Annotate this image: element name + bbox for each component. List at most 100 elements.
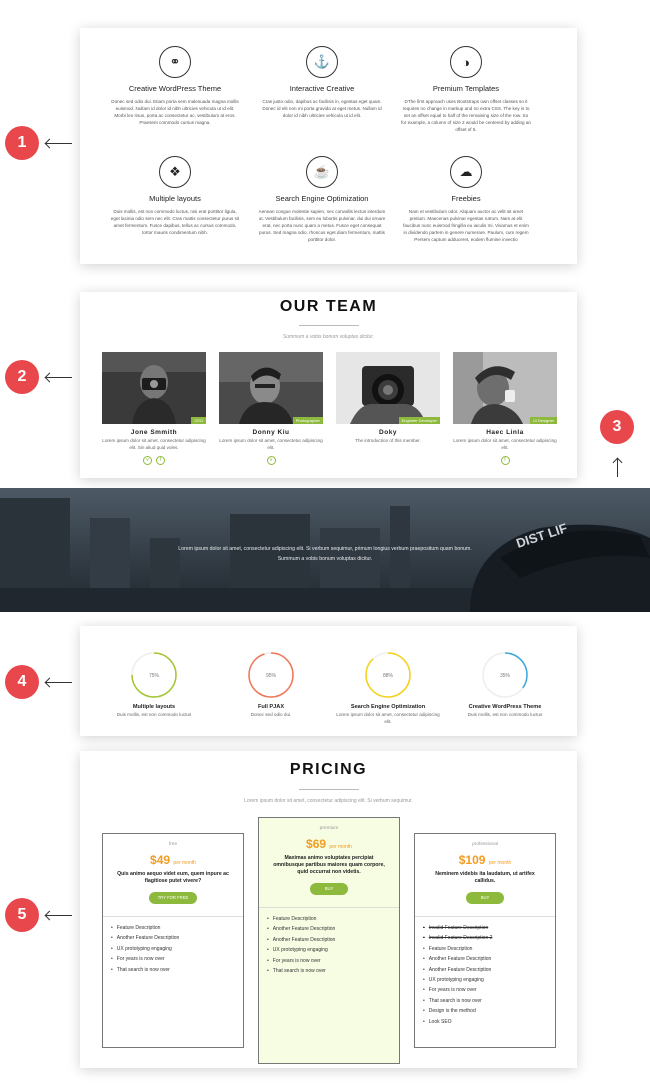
photo-image: [453, 352, 557, 424]
progress-ring: 35%: [482, 652, 528, 698]
banner-line-1: Lorem ipsum dolor sit amet, consectetur …: [178, 546, 472, 552]
plan-feature-list: Invalid Feature DescriptionInvalid Featu…: [415, 917, 555, 1027]
member-photo: CEO: [102, 352, 206, 424]
feature-text: DThe first approach uses Bootstraps own …: [401, 99, 531, 132]
member-photo: Engineer Developer: [336, 352, 440, 424]
try-for-free-button[interactable]: TRY FOR FREE: [149, 892, 197, 904]
team-member: CEO Jone Smmith Lorem ipsum dolor sit am…: [102, 352, 206, 465]
step-badge-2: 2: [5, 360, 39, 394]
coffee-cup-icon: ☕: [306, 156, 338, 188]
member-name: Jone Smmith: [130, 429, 178, 436]
member-name: Doky: [379, 429, 397, 436]
step-badge-4: 4: [5, 665, 39, 699]
skills-panel: 75% Multiple layouts Duis mollis, est non …: [80, 626, 577, 736]
skill-title: Search Engine Optimization: [350, 704, 426, 710]
skill-text: Duis mollis, est non commodo luctus: [467, 712, 543, 717]
cloud-download-icon: ☁: [450, 156, 482, 188]
role-tag: Engineer Developer: [398, 417, 440, 424]
plan-feature-list: Feature DescriptionAnother Feature Descr…: [259, 908, 399, 976]
member-text: Lorem ipsum dolor sit amet, consectetur …: [102, 438, 206, 450]
progress-label: 35%: [500, 673, 511, 679]
plan-feature-item: Invalid Feature Description 2: [423, 933, 555, 943]
pricing-panel: PRICING Lorem ipsum dolor sit amet, cons…: [80, 751, 577, 1068]
arrow-left-icon: [46, 915, 72, 916]
role-tag: CEO: [191, 417, 206, 424]
member-socials: v f: [102, 456, 206, 465]
pricing-title: PRICING: [289, 761, 368, 778]
skill-item: 75% Multiple layouts Duis mollis, est non …: [102, 650, 206, 719]
step-badge-3: 3: [600, 410, 634, 444]
plan-price: $109 per month: [458, 853, 512, 867]
feature-item: ⚓ Interactive Creative Cras justo odio, …: [257, 46, 387, 119]
plan-description: Quis animo aequo videt eum, quem inpure …: [117, 871, 229, 884]
title-divider: [298, 789, 359, 790]
plan-feature-item: That search is now over: [267, 966, 399, 976]
feature-text: Nam et vestibulum odor. Aliquam auctor a…: [403, 209, 529, 242]
pricing-subtitle: Lorem ipsum dolor sit amet, consectetur …: [244, 798, 413, 804]
feature-title: Freebies: [451, 194, 481, 203]
skill-item: 88% Search Engine Optimization Lorem ipsum…: [336, 650, 440, 725]
plan-card-professional: professional $109 per month Neminem vide…: [414, 833, 556, 1048]
plan-feature-item: UX prototyping engaging: [111, 944, 243, 954]
plan-price: $49 per month: [150, 853, 196, 867]
cubes-icon: ❖: [159, 156, 191, 188]
plan-feature-item: Invalid Feature Description: [423, 923, 555, 933]
plan-feature-item: That search is now over: [423, 996, 555, 1006]
member-text: Lorem ipsum dolor sit amet, consectetur …: [453, 438, 557, 450]
plan-feature-item: UX prototyping engaging: [267, 945, 399, 955]
member-name: Haec Linla: [486, 429, 524, 436]
member-socials: v: [219, 456, 323, 465]
plan-feature-item: For years is now over: [423, 985, 555, 995]
facebook-icon[interactable]: f: [156, 456, 165, 465]
skill-item: 95% Full PJAX Donec sed odio dui.: [219, 650, 323, 719]
feature-item: ❖ Multiple layouts Duis mollis, est non …: [110, 156, 240, 236]
photo-image: [102, 352, 206, 424]
member-text: The introduction of this member.: [355, 438, 421, 443]
buy-button[interactable]: BUY: [310, 883, 348, 895]
progress-label: 95%: [266, 673, 277, 679]
title-divider: [298, 325, 359, 326]
feature-title: Creative WordPress Theme: [128, 84, 222, 93]
skill-text: Donec sed odio dui.: [250, 712, 292, 717]
plan-feature-item: Another Feature Description: [423, 954, 555, 964]
progress-label: 88%: [383, 673, 394, 679]
feature-text: Duis mollis, est non commodo luctus, nis…: [110, 209, 240, 235]
facebook-icon[interactable]: f: [500, 456, 510, 465]
feature-item: ☕ Search Engine Optimization Aenean cong…: [257, 156, 387, 243]
anchor-icon: ⚓: [306, 46, 338, 78]
member-text: Lorem ipsum dolor sit amet, consectetur …: [219, 438, 323, 450]
plan-feature-item: Another Feature Description: [423, 965, 555, 975]
arrow-left-icon: [46, 377, 72, 378]
role-tag: UI Designer: [529, 417, 557, 424]
team-subtitle: Summum a vobis bonum voluptas dicitur.: [282, 334, 375, 340]
arrow-left-icon: [46, 143, 72, 144]
member-photo: Photographer: [219, 352, 323, 424]
photo-image: [336, 352, 440, 424]
plan-tier: professional: [472, 842, 498, 847]
plan-feature-item: Feature Description: [423, 944, 555, 954]
role-tag: Photographer: [292, 417, 323, 424]
step-badge-5: 5: [5, 898, 39, 932]
feature-text: Cras justo odio, dapibus ac facilisis in…: [262, 99, 382, 118]
plan-description: Maximas animo voluptates percipiat omnib…: [273, 855, 385, 875]
feature-title: Multiple layouts: [149, 194, 201, 203]
parallax-banner: DIST LIF Lorem ipsum dolor sit amet, con…: [0, 488, 650, 612]
plan-feature-item: Another Feature Description: [267, 924, 399, 934]
progress-ring: 88%: [365, 652, 411, 698]
plan-feature-item: That search is now over: [111, 965, 243, 975]
vine-icon[interactable]: v: [266, 456, 276, 465]
feature-item: ⚭ Creative WordPress Theme Donec sed odi…: [110, 46, 240, 126]
skill-item: 35% Creative WordPress Theme Duis mollis, …: [453, 650, 557, 719]
banner-line-2: Summum a vobis bonum voluptas dicitur.: [277, 556, 373, 562]
skill-text: Lorem ipsum dolor sit amet, consectetur …: [336, 712, 440, 724]
skill-text: Duis mollis, est non commodo luctus: [116, 712, 192, 717]
vine-icon[interactable]: v: [143, 456, 152, 465]
binoculars-icon: ⚭: [159, 46, 191, 78]
plan-feature-item: For years is now over: [267, 956, 399, 966]
team-member: Engineer Developer Doky The introduction…: [336, 352, 440, 445]
photo-image: [219, 352, 323, 424]
feature-item: ☁ Freebies Nam et vestibulum odor. Aliqu…: [401, 156, 531, 243]
buy-button[interactable]: BUY: [466, 892, 504, 904]
plan-tier: premium: [319, 826, 339, 831]
team-title: OUR TEAM: [279, 298, 378, 315]
